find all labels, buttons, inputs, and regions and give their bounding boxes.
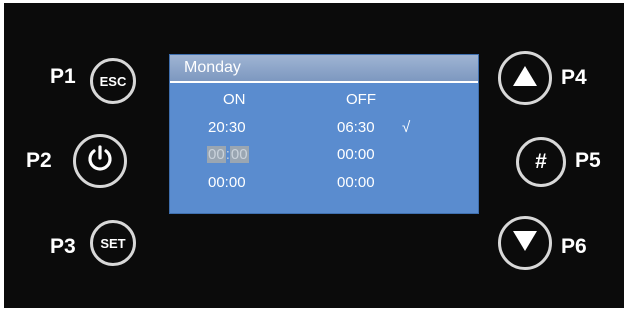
col-header-on: ON xyxy=(223,91,246,108)
triangle-down-icon xyxy=(512,230,538,257)
lcd-screen: Monday ON OFF 20:30 06:30 √ 00:00 00:00 … xyxy=(169,54,479,214)
p4-label: P4 xyxy=(561,66,587,89)
col-header-off: OFF xyxy=(346,91,376,108)
day-title: Monday xyxy=(184,59,241,76)
triangle-up-icon xyxy=(512,65,538,92)
esc-button-label: ESC xyxy=(99,73,127,89)
row2-on-minutes[interactable]: 00 xyxy=(229,146,249,163)
row1-on-time[interactable]: 20:30 xyxy=(208,119,246,137)
row3-off-time[interactable]: 00:00 xyxy=(337,174,375,192)
set-button-label: SET xyxy=(100,235,126,251)
p5-label: P5 xyxy=(575,149,601,172)
set-button[interactable]: SET xyxy=(90,220,136,266)
p2-label: P2 xyxy=(26,149,52,172)
control-panel: P1 ESC P2 P3 SET Monday ON OFF 20:30 06:… xyxy=(4,3,624,308)
row2-on-hours[interactable]: 00 xyxy=(207,146,226,163)
hash-button-label: # xyxy=(535,150,547,173)
hash-button[interactable]: # xyxy=(516,137,566,187)
down-button[interactable] xyxy=(498,216,552,270)
screen-titlebar: Monday xyxy=(170,55,478,83)
row2-on-time[interactable]: 00:00 xyxy=(207,146,249,164)
p6-label: P6 xyxy=(561,235,587,258)
up-button[interactable] xyxy=(498,51,552,105)
row1-active-check: √ xyxy=(402,119,411,136)
p3-label: P3 xyxy=(50,235,76,258)
power-icon xyxy=(84,143,116,180)
row1-off-time[interactable]: 06:30 xyxy=(337,119,375,137)
row3-on-time[interactable]: 00:00 xyxy=(208,174,246,192)
esc-button[interactable]: ESC xyxy=(90,58,136,104)
p1-label: P1 xyxy=(50,65,76,88)
row2-off-time[interactable]: 00:00 xyxy=(337,146,375,164)
power-button[interactable] xyxy=(73,134,127,188)
